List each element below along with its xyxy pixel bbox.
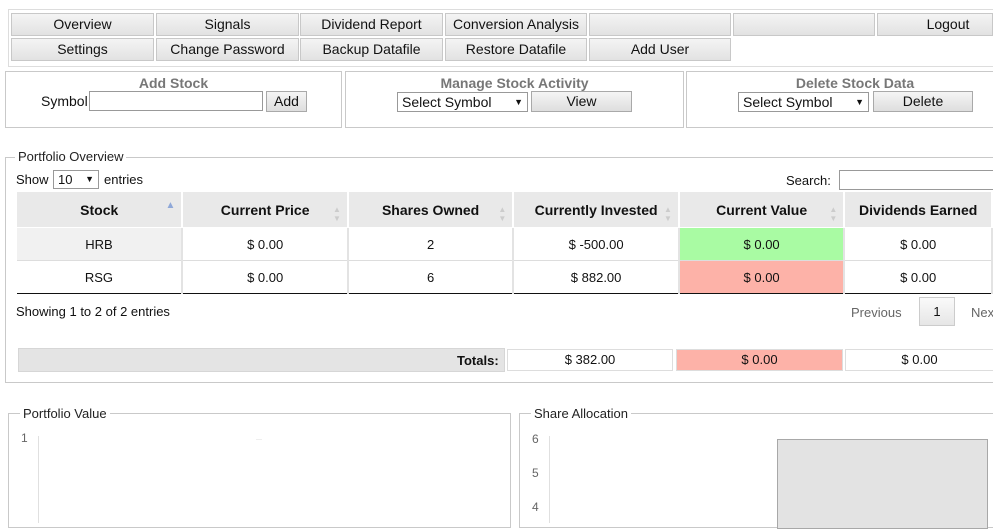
add-stock-panel: Add Stock Symbol Add [5, 71, 342, 128]
nav-logout[interactable]: Logout [877, 13, 993, 36]
manage-stock-panel: Manage Stock Activity Select Symbol ▼ Vi… [345, 71, 684, 128]
nav-dividend-report[interactable]: Dividend Report [300, 13, 443, 36]
cell-shares-owned: 6 [347, 260, 515, 294]
cell-dividends-earned: $ 0.00 [844, 260, 993, 294]
nav-overview[interactable]: Overview [11, 13, 154, 36]
share-allocation-y-axis [549, 436, 550, 523]
entries-value: 10 [58, 172, 73, 187]
share-allocation-bar [777, 439, 988, 529]
sort-icon: ▲ ▼ [498, 205, 507, 223]
total-dividends: $ 0.00 [845, 349, 993, 371]
search-label: Search: [786, 173, 831, 188]
col-dividends-earned[interactable]: Dividends Earned [843, 191, 993, 228]
page-number: 1 [933, 304, 941, 319]
share-allocation-y-tick: 6 [532, 432, 539, 446]
cell-current-price: $ 0.00 [182, 260, 349, 294]
delete-stock-panel: Delete Stock Data Select Symbol ▼ Delete [686, 71, 993, 128]
delete-symbol-select[interactable]: Select Symbol ▼ [738, 92, 869, 112]
sort-icon: ▲ ▼ [829, 205, 838, 223]
col-current-price[interactable]: Current Price ▲ ▼ [181, 191, 349, 228]
portfolio-value-y-axis [38, 436, 39, 523]
pagination-page-1[interactable]: 1 [919, 297, 955, 326]
nav-backup-datafile[interactable]: Backup Datafile [300, 38, 443, 61]
chevron-down-icon: ▼ [514, 97, 523, 107]
chevron-down-icon: ▼ [85, 174, 94, 184]
manage-symbol-value: Select Symbol [402, 94, 492, 110]
totals-label: Totals: [457, 353, 499, 368]
delete-button[interactable]: Delete [873, 91, 973, 112]
portfolio-value-y-tick: 1 [21, 431, 28, 445]
share-allocation-y-tick: 4 [532, 500, 539, 514]
manage-symbol-select[interactable]: Select Symbol ▼ [397, 92, 528, 112]
nav-settings[interactable]: Settings [11, 38, 154, 61]
portfolio-value-panel [8, 413, 511, 528]
col-currently-invested[interactable]: Currently Invested ▲ ▼ [512, 191, 680, 228]
table-row[interactable]: RSG $ 0.00 6 $ 882.00 $ 0.00 $ 0.00 [16, 260, 993, 294]
search-input[interactable] [839, 170, 993, 190]
portfolio-value-legend: Portfolio Value [20, 406, 110, 421]
pagination-previous[interactable]: Previous [851, 305, 902, 320]
cell-currently-invested: $ 882.00 [513, 260, 680, 294]
nav-empty-1 [589, 13, 731, 36]
col-current-value[interactable]: Current Value ▲ ▼ [678, 191, 846, 228]
share-allocation-legend: Share Allocation [531, 406, 631, 421]
cell-current-price: $ 0.00 [182, 227, 349, 261]
cell-current-value: $ 0.00 [678, 227, 846, 261]
symbol-label: Symbol [41, 93, 88, 109]
view-button[interactable]: View [531, 91, 632, 112]
symbol-input[interactable] [89, 91, 263, 111]
cell-dividends-earned: $ 0.00 [844, 227, 993, 261]
portfolio-overview-legend: Portfolio Overview [15, 149, 127, 164]
portfolio-table: Stock ▲ Current Price ▲ ▼ Shares Owned ▲ ▼ Cu… [16, 191, 993, 294]
totals-bar [18, 348, 505, 372]
table-header-row: Stock ▲ Current Price ▲ ▼ Shares Owned ▲ ▼ Cu… [16, 191, 993, 228]
delete-stock-title: Delete Stock Data [795, 75, 915, 91]
show-label: Show [16, 172, 49, 187]
total-invested: $ 382.00 [507, 349, 673, 371]
col-stock[interactable]: Stock ▲ [16, 191, 184, 228]
portfolio-value-gridline [256, 439, 262, 440]
add-stock-button[interactable]: Add [266, 91, 307, 112]
table-row[interactable]: HRB $ 0.00 2 $ -500.00 $ 0.00 $ 0.00 [16, 227, 993, 261]
table-info: Showing 1 to 2 of 2 entries [16, 304, 170, 319]
cell-stock: HRB [16, 227, 184, 261]
nav-change-password[interactable]: Change Password [156, 38, 299, 61]
entries-label: entries [104, 172, 144, 187]
entries-select[interactable]: 10 ▼ [53, 170, 99, 189]
nav-conversion-analysis[interactable]: Conversion Analysis [445, 13, 587, 36]
nav-add-user[interactable]: Add User [589, 38, 731, 61]
nav-empty-2 [733, 13, 875, 36]
add-stock-title: Add Stock [138, 75, 209, 91]
share-allocation-y-tick: 5 [532, 466, 539, 480]
cell-currently-invested: $ -500.00 [513, 227, 680, 261]
chevron-down-icon: ▼ [855, 97, 864, 107]
total-current-value: $ 0.00 [676, 349, 843, 371]
nav-restore-datafile[interactable]: Restore Datafile [445, 38, 587, 61]
cell-current-value: $ 0.00 [678, 260, 846, 294]
nav-signals[interactable]: Signals [156, 13, 299, 36]
sort-asc-icon: ▲ [165, 200, 176, 211]
sort-icon: ▲ ▼ [332, 205, 341, 223]
pagination-next[interactable]: Nex [971, 305, 993, 320]
col-shares-owned[interactable]: Shares Owned ▲ ▼ [347, 191, 515, 228]
sort-icon: ▲ ▼ [663, 205, 672, 223]
delete-symbol-value: Select Symbol [743, 94, 833, 110]
cell-stock: RSG [16, 260, 184, 294]
cell-shares-owned: 2 [347, 227, 515, 261]
manage-stock-title: Manage Stock Activity [440, 75, 589, 91]
